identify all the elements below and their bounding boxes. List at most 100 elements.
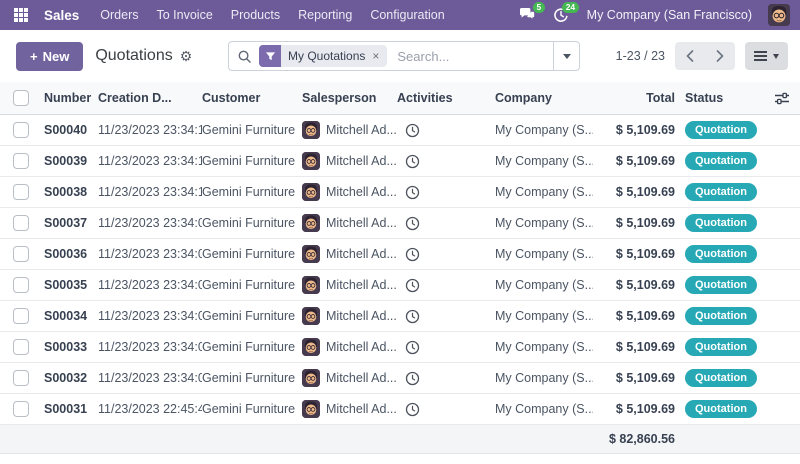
filter-facet[interactable]: My Quotations × — [259, 45, 387, 67]
cell-activities[interactable] — [397, 154, 495, 169]
row-checkbox[interactable] — [13, 215, 29, 231]
apps-menu-icon[interactable] — [14, 8, 28, 22]
pager-range: 1-23 / 23 — [616, 49, 665, 63]
app-name[interactable]: Sales — [44, 8, 79, 23]
cell-creation-date: 11/23/2023 23:34:0 — [98, 309, 202, 323]
cell-salesperson: Mitchell Ad... — [302, 245, 397, 263]
avatar-face-icon — [302, 214, 320, 232]
menu-reporting[interactable]: Reporting — [289, 0, 361, 30]
user-avatar[interactable] — [768, 4, 790, 26]
row-checkbox[interactable] — [13, 122, 29, 138]
row-checkbox[interactable] — [13, 277, 29, 293]
header-number[interactable]: Number — [36, 91, 98, 105]
salesperson-name: Mitchell Ad... — [326, 247, 397, 261]
remove-filter-icon[interactable]: × — [372, 49, 387, 63]
table-row[interactable]: S00039 11/23/2023 23:34:1 Gemini Furnitu… — [0, 146, 800, 177]
search-dropdown-toggle[interactable] — [553, 42, 579, 70]
nav-menus: OrdersTo InvoiceProductsReportingConfigu… — [91, 0, 453, 30]
header-creation-date[interactable]: Creation D... — [98, 91, 202, 105]
row-checkbox[interactable] — [13, 246, 29, 262]
row-checkbox[interactable] — [13, 401, 29, 417]
cell-activities[interactable] — [397, 216, 495, 231]
header-company[interactable]: Company — [495, 91, 593, 105]
header-activities[interactable]: Activities — [397, 91, 495, 105]
row-checkbox[interactable] — [13, 153, 29, 169]
avatar-face-icon — [302, 121, 320, 139]
select-all-checkbox[interactable] — [13, 90, 29, 106]
menu-products[interactable]: Products — [222, 0, 289, 30]
salesperson-avatar — [302, 307, 320, 325]
header-status[interactable]: Status — [677, 91, 763, 105]
avatar-face-icon — [302, 400, 320, 418]
row-checkbox[interactable] — [13, 370, 29, 386]
cell-salesperson: Mitchell Ad... — [302, 338, 397, 356]
chevron-down-icon — [563, 54, 571, 59]
table-footer-row: $ 82,860.56 — [0, 425, 800, 454]
table-row[interactable]: S00032 11/23/2023 23:34:0 Gemini Furnitu… — [0, 363, 800, 394]
cell-activities[interactable] — [397, 371, 495, 386]
status-badge: Quotation — [685, 369, 757, 387]
cell-activities[interactable] — [397, 309, 495, 324]
cell-company: My Company (S... — [495, 340, 593, 354]
cell-status: Quotation — [677, 245, 763, 263]
search-bar[interactable]: My Quotations × — [228, 41, 580, 71]
menu-orders[interactable]: Orders — [91, 0, 147, 30]
new-button[interactable]: + New — [16, 42, 83, 71]
user-company-switcher[interactable]: My Company (San Francisco) — [587, 8, 752, 22]
messages-button[interactable]: 5 — [519, 7, 537, 23]
table-row[interactable]: S00031 11/23/2023 22:45:4 Gemini Furnitu… — [0, 394, 800, 425]
table-row[interactable]: S00036 11/23/2023 23:34:0 Gemini Furnitu… — [0, 239, 800, 270]
pager-previous-button[interactable] — [675, 42, 705, 70]
optional-columns-button[interactable] — [763, 92, 800, 105]
cell-customer: Gemini Furniture — [202, 216, 302, 230]
cell-status: Quotation — [677, 369, 763, 387]
row-checkbox[interactable] — [13, 308, 29, 324]
table-row[interactable]: S00033 11/23/2023 23:34:0 Gemini Furnitu… — [0, 332, 800, 363]
salesperson-name: Mitchell Ad... — [326, 309, 397, 323]
quotations-list: Number Creation D... Customer Salesperso… — [0, 82, 800, 454]
pager-next-button[interactable] — [705, 42, 735, 70]
table-row[interactable]: S00037 11/23/2023 23:34:0 Gemini Furnitu… — [0, 208, 800, 239]
search-input[interactable] — [397, 49, 553, 64]
chevron-right-icon — [716, 50, 724, 62]
cell-activities[interactable] — [397, 402, 495, 417]
view-switcher-button[interactable] — [745, 42, 788, 70]
cell-number: S00033 — [36, 340, 98, 354]
status-badge: Quotation — [685, 152, 757, 170]
row-checkbox[interactable] — [13, 184, 29, 200]
row-checkbox[interactable] — [13, 339, 29, 355]
table-row[interactable]: S00034 11/23/2023 23:34:0 Gemini Furnitu… — [0, 301, 800, 332]
menu-configuration[interactable]: Configuration — [361, 0, 453, 30]
cell-number: S00031 — [36, 402, 98, 416]
cell-activities[interactable] — [397, 340, 495, 355]
cell-activities[interactable] — [397, 123, 495, 138]
table-row[interactable]: S00038 11/23/2023 23:34:1 Gemini Furnitu… — [0, 177, 800, 208]
cell-activities[interactable] — [397, 247, 495, 262]
cell-company: My Company (S... — [495, 123, 593, 137]
cell-creation-date: 11/23/2023 23:34:0 — [98, 247, 202, 261]
salesperson-avatar — [302, 152, 320, 170]
cell-activities[interactable] — [397, 278, 495, 293]
cell-activities[interactable] — [397, 185, 495, 200]
cell-status: Quotation — [677, 121, 763, 139]
header-total[interactable]: Total — [593, 91, 677, 105]
gear-icon[interactable]: ⚙ — [180, 48, 193, 65]
messages-count-badge: 5 — [533, 2, 545, 13]
header-salesperson[interactable]: Salesperson — [302, 91, 397, 105]
activities-button[interactable]: 24 — [553, 7, 571, 23]
footer-total: $ 82,860.56 — [593, 432, 677, 446]
cell-company: My Company (S... — [495, 402, 593, 416]
table-row[interactable]: S00035 11/23/2023 23:34:0 Gemini Furnitu… — [0, 270, 800, 301]
clock-icon — [405, 402, 420, 417]
menu-to-invoice[interactable]: To Invoice — [147, 0, 221, 30]
chevron-down-icon — [773, 54, 779, 59]
cell-number: S00039 — [36, 154, 98, 168]
header-customer[interactable]: Customer — [202, 91, 302, 105]
cell-status: Quotation — [677, 338, 763, 356]
cell-total: $ 5,109.69 — [593, 216, 677, 230]
salesperson-name: Mitchell Ad... — [326, 340, 397, 354]
table-row[interactable]: S00040 11/23/2023 23:34:1 Gemini Furnitu… — [0, 115, 800, 146]
cell-creation-date: 11/23/2023 23:34:0 — [98, 216, 202, 230]
plus-icon: + — [30, 49, 38, 64]
avatar-face-icon — [302, 307, 320, 325]
